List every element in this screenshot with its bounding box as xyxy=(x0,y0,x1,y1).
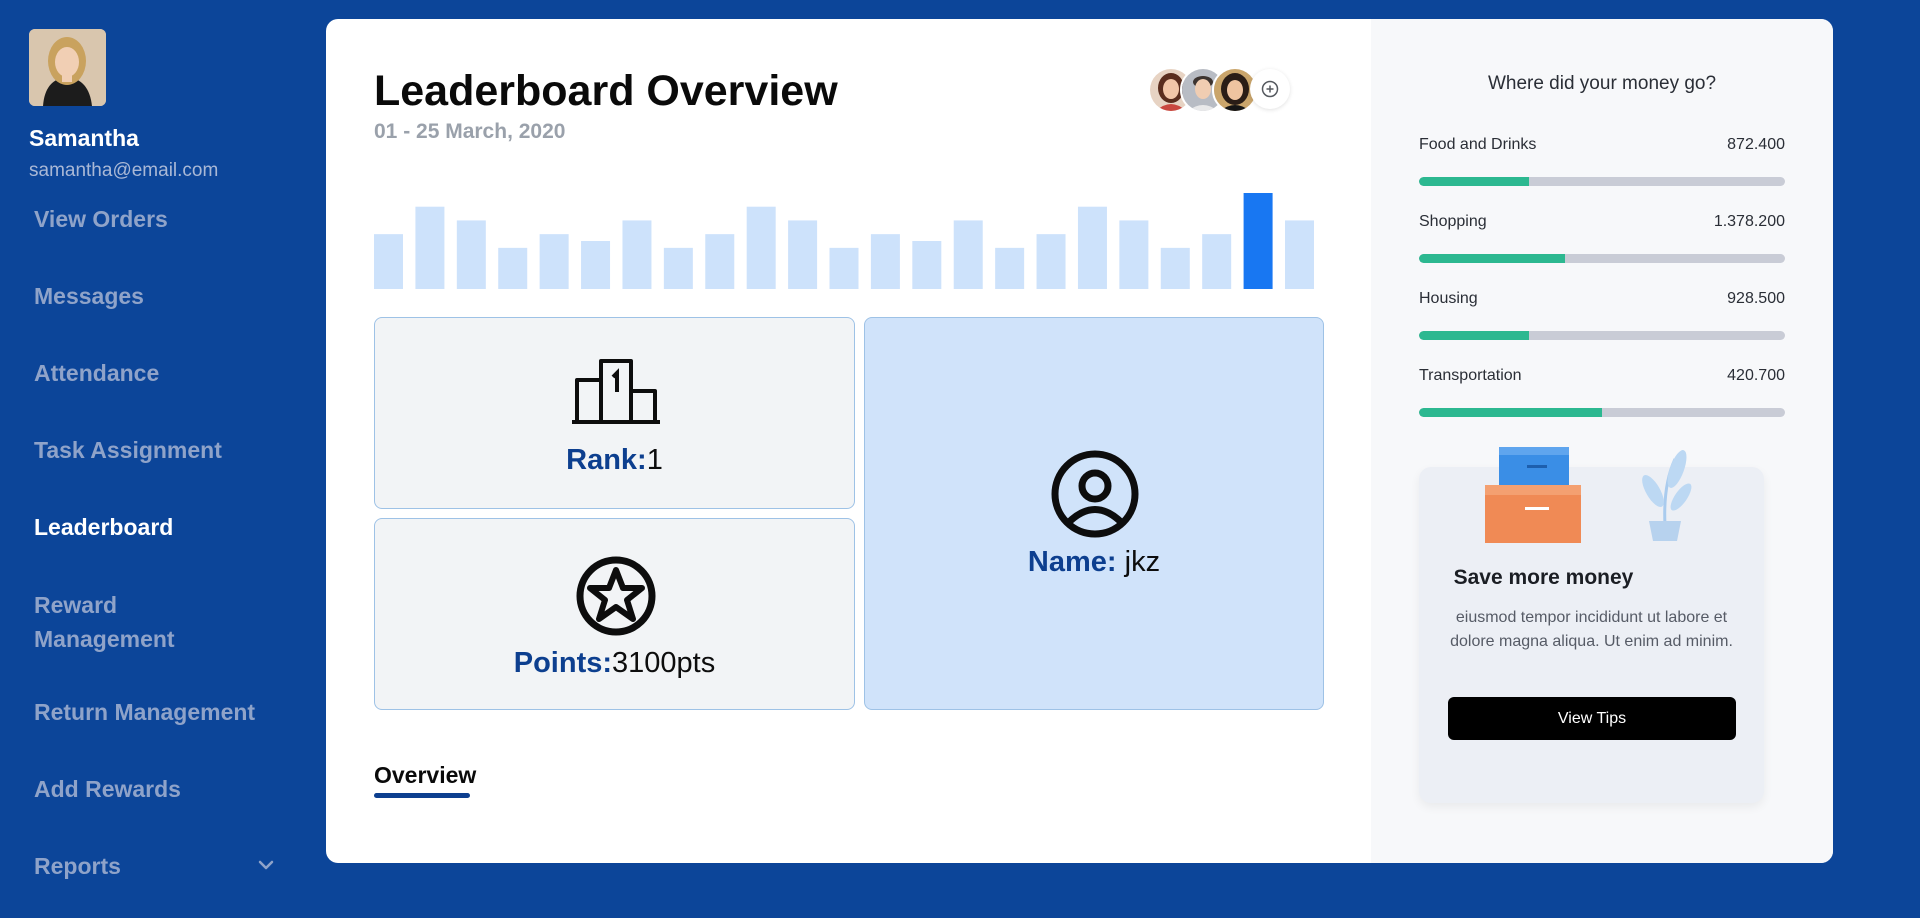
sidebar-item-reward-management[interactable]: Reward Management xyxy=(34,588,234,656)
activity-bar xyxy=(456,220,486,289)
add-member-button[interactable] xyxy=(1250,69,1290,109)
page-title: Leaderboard Overview xyxy=(374,67,838,115)
activity-bar xyxy=(829,247,859,289)
expense-progress-fill xyxy=(1419,177,1529,186)
rank-value: 1 xyxy=(646,444,663,476)
activity-bar xyxy=(539,234,569,289)
activity-bar xyxy=(1243,193,1273,289)
activity-bar xyxy=(374,234,403,289)
sidebar-item-view-orders[interactable]: View Orders xyxy=(34,202,274,236)
activity-bar xyxy=(705,234,735,289)
activity-bar xyxy=(912,241,942,289)
activity-bar xyxy=(1202,234,1232,289)
sidebar-item-label: Reports xyxy=(34,853,121,879)
expense-progress-bar xyxy=(1419,331,1785,340)
points-value: 3100pts xyxy=(612,647,716,679)
name-label: Name: xyxy=(1027,546,1117,578)
activity-bar xyxy=(995,247,1025,289)
star-badge-icon xyxy=(576,556,656,636)
name-card: Name: jkz xyxy=(864,317,1324,710)
activity-bar xyxy=(663,247,693,289)
expense-progress-bar xyxy=(1419,254,1785,263)
team-avatars xyxy=(1148,67,1298,113)
chevron-down-icon[interactable] xyxy=(258,857,274,873)
expense-label: Shopping xyxy=(1419,213,1487,230)
expense-progress-fill xyxy=(1419,408,1602,417)
activity-bar xyxy=(870,234,900,289)
activity-bar xyxy=(1285,220,1314,289)
user-circle-icon xyxy=(1051,450,1139,538)
avatar[interactable] xyxy=(29,29,106,106)
points-card: Points:3100pts xyxy=(374,518,855,710)
expense-progress-bar xyxy=(1419,408,1785,417)
activity-bar xyxy=(498,247,528,289)
rank-label: Rank: xyxy=(566,444,647,476)
name-value: jkz xyxy=(1124,546,1161,578)
activity-bar xyxy=(622,220,652,289)
points-text: Points:3100pts xyxy=(375,647,854,680)
tab-active-indicator xyxy=(374,793,470,798)
sidebar-item-add-rewards[interactable]: Add Rewards xyxy=(34,772,274,806)
tips-title: Save more money xyxy=(1453,566,1634,589)
user-email: samantha@email.com xyxy=(29,160,219,181)
main-panel: Leaderboard Overview 01 - 25 March, 2020 xyxy=(326,19,1833,863)
points-label: Points: xyxy=(513,647,613,679)
sidebar: Samantha samantha@email.com View Orders … xyxy=(0,0,310,918)
name-text: Name: jkz xyxy=(865,546,1323,579)
rank-text: Rank:1 xyxy=(375,444,854,477)
sidebar-item-leaderboard[interactable]: Leaderboard xyxy=(34,510,274,544)
podium-icon xyxy=(572,359,660,424)
expense-value: 928.500 xyxy=(1727,290,1785,307)
expense-progress-fill xyxy=(1419,331,1529,340)
expense-value: 872.400 xyxy=(1727,136,1785,153)
tab-overview[interactable]: Overview xyxy=(374,762,476,789)
boxes-illustration xyxy=(1485,447,1581,543)
activity-bar xyxy=(746,206,776,289)
sidebar-item-messages[interactable]: Messages xyxy=(34,279,274,313)
sidebar-item-attendance[interactable]: Attendance xyxy=(34,356,274,390)
activity-bar xyxy=(788,220,818,289)
sidebar-item-task-assignment[interactable]: Task Assignment xyxy=(34,433,274,467)
activity-bar xyxy=(581,241,611,289)
activity-bar xyxy=(1160,247,1190,289)
expense-value: 420.700 xyxy=(1727,367,1785,384)
spending-title: Where did your money go? xyxy=(1487,73,1717,94)
spending-panel: Where did your money go? Food and Drinks… xyxy=(1371,19,1833,863)
sidebar-item-return-management[interactable]: Return Management xyxy=(34,695,274,729)
date-range: 01 - 25 March, 2020 xyxy=(374,120,566,143)
sidebar-item-reports[interactable]: Reports xyxy=(34,849,274,883)
expense-progress-bar xyxy=(1419,177,1785,186)
expense-value: 1.378.200 xyxy=(1713,213,1785,230)
activity-bar xyxy=(1077,206,1107,289)
rank-card: Rank:1 xyxy=(374,317,855,509)
activity-bar-chart xyxy=(374,193,1314,289)
expense-progress-fill xyxy=(1419,254,1566,263)
user-name: Samantha xyxy=(29,125,139,151)
expense-label: Housing xyxy=(1419,290,1478,307)
plus-circle-icon xyxy=(1261,80,1279,98)
activity-bar xyxy=(1036,234,1066,289)
plant-illustration xyxy=(1642,450,1692,541)
view-tips-button[interactable]: View Tips xyxy=(1448,697,1736,740)
expense-label: Transportation xyxy=(1419,367,1522,384)
expense-label: Food and Drinks xyxy=(1419,136,1537,153)
activity-bar xyxy=(1119,220,1149,289)
activity-bar xyxy=(415,206,445,289)
tips-body: eiusmod tempor incididunt ut labore et d… xyxy=(1450,609,1733,650)
activity-bar xyxy=(953,220,983,289)
